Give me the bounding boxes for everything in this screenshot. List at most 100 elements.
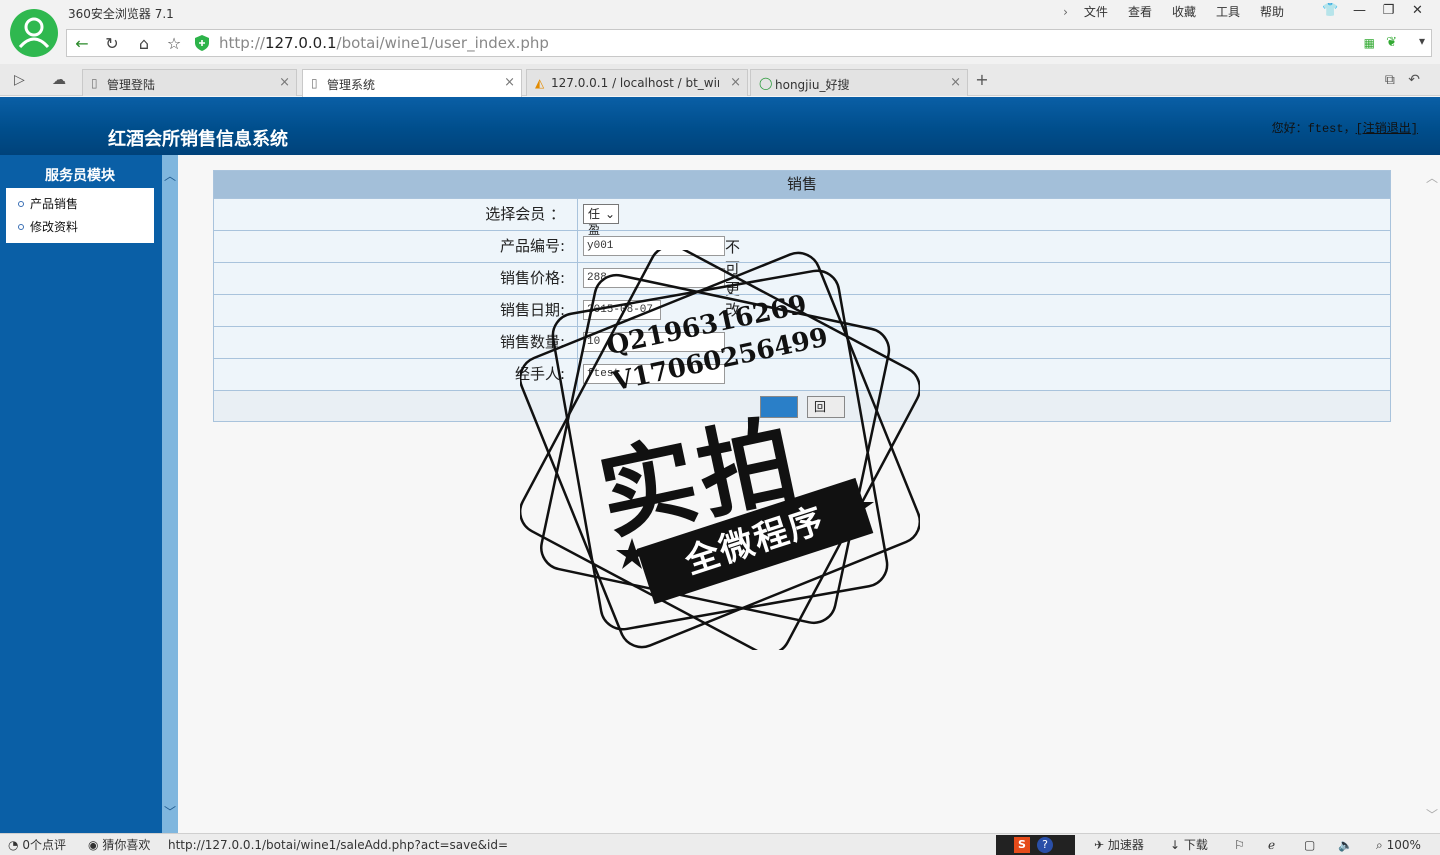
handler-input[interactable]: ftest <box>583 364 725 384</box>
favorite-star-icon[interactable]: ☆ <box>163 33 185 55</box>
zoom-icon: ⌕ <box>1376 838 1383 852</box>
scroll-up-icon[interactable]: ︿ <box>163 169 177 183</box>
menu-favorites[interactable]: 收藏 <box>1162 3 1206 21</box>
form-buttons-row: 回 <box>214 390 1390 421</box>
address-dropdown-icon[interactable]: ▾ <box>1419 34 1425 48</box>
url-prefix: http:// <box>219 34 265 52</box>
content-scroll-up-icon[interactable]: ︿ <box>1426 169 1438 186</box>
menu-view[interactable]: 查看 <box>1118 3 1162 21</box>
tab-phpmyadmin[interactable]: ◭ 127.0.0.1 / localhost / bt_win × <box>526 69 748 96</box>
sidebar-toggle-icon[interactable]: ▷ <box>14 72 25 88</box>
close-tab-icon[interactable]: × <box>730 75 741 90</box>
speaker-icon[interactable]: 🔈 <box>1338 837 1353 853</box>
return-button[interactable]: 回 <box>807 396 845 418</box>
home-icon[interactable]: ⌂ <box>133 33 155 55</box>
submit-button[interactable] <box>760 396 798 418</box>
web-page: 红酒会所销售信息系统 您好：ftest，[注销退出] 服务员模块 产品销售 修改… <box>0 97 1440 833</box>
close-tab-icon[interactable]: × <box>279 75 290 90</box>
price-label: 销售价格: <box>214 263 578 294</box>
greeting-text: 您好：ftest， <box>1271 122 1356 136</box>
form-row-code: 产品编号: y001 不可更改 <box>214 230 1390 319</box>
menu-tools[interactable]: 工具 <box>1206 3 1250 21</box>
maximize-icon[interactable]: ❐ <box>1374 0 1403 22</box>
content-scroll-down-icon[interactable]: ﹀ <box>1426 806 1438 823</box>
form-row-date: 销售日期: 2015-08-07 <box>214 294 1390 326</box>
main-content: ︿ ﹀ 销售 选择会员 ： 任盈盈⌄ 产品编号: y001 不可更改 销售价格: <box>178 155 1440 833</box>
ie-icon[interactable]: ℯ <box>1268 837 1275 853</box>
tab-label: 127.0.0.1 / localhost / bt_win <box>551 76 719 90</box>
zoom-label: 100% <box>1386 838 1421 852</box>
status-bar: ◔ 0个点评 ◉ 猜你喜欢 http://127.0.0.1/botai/win… <box>0 833 1440 855</box>
cloud-icon[interactable]: ☁ <box>52 72 66 88</box>
comments-label: 0个点评 <box>22 838 66 852</box>
browser-titlebar: 360安全浏览器 7.1 › 文件 查看 收藏 工具 帮助 👕 — ❐ ✕ ← … <box>0 0 1440 64</box>
comments-status[interactable]: ◔ 0个点评 <box>8 837 66 853</box>
site-title: 红酒会所销售信息系统 <box>108 129 288 150</box>
flag-icon[interactable]: ⚐ <box>1234 837 1245 853</box>
date-input[interactable]: 2015-08-07 <box>583 300 661 320</box>
tab-login[interactable]: ▯ 管理登陆 × <box>82 69 297 96</box>
bullet-icon <box>18 224 24 230</box>
scroll-down-icon[interactable]: ﹀ <box>163 805 177 819</box>
guess-label: 猜你喜欢 <box>102 838 151 852</box>
tab-label: 管理登陆 <box>107 78 156 92</box>
zoom-control[interactable]: ⌕ 100% <box>1376 837 1421 853</box>
code-label: 产品编号: <box>214 231 578 262</box>
search-engine-icon: ◯ <box>759 76 773 90</box>
chevron-down-icon: ⌄ <box>604 207 616 221</box>
app-title: 360安全浏览器 7.1 <box>68 7 174 21</box>
new-tab-button[interactable]: + <box>972 70 992 92</box>
close-tab-icon[interactable]: × <box>950 75 961 90</box>
tab-admin-system[interactable]: ▯ 管理系统 × <box>302 69 522 97</box>
member-select[interactable]: 任盈盈⌄ <box>583 204 620 253</box>
accelerator-label: 加速器 <box>1107 838 1144 852</box>
window-icon[interactable]: ▢ <box>1304 837 1315 853</box>
code-input[interactable]: y001 <box>583 236 725 256</box>
menu-chevron-icon[interactable]: › <box>1063 3 1074 21</box>
accelerator-button[interactable]: ✈ 加速器 <box>1094 837 1144 853</box>
guess-status[interactable]: ◉ 猜你喜欢 <box>88 837 150 853</box>
page-icon: ▯ <box>91 76 98 90</box>
tab-label: hongjiu_好搜 <box>775 78 850 92</box>
sidebar-panel: 服务员模块 产品销售 修改资料 <box>6 163 154 243</box>
qr-code-icon[interactable]: ▦ <box>1364 36 1375 50</box>
tab-bar: ▷ ☁ ▯ 管理登陆 × ▯ 管理系统 × ◭ 127.0.0.1 / loca… <box>0 64 1440 97</box>
sidebar-scrollbar[interactable]: ︿ ﹀ <box>162 155 178 833</box>
sidebar-item-label: 产品销售 <box>30 197 79 211</box>
sales-form: 销售 选择会员 ： 任盈盈⌄ 产品编号: y001 不可更改 销售价格: 288 <box>213 170 1391 422</box>
sidebar-menu: 产品销售 修改资料 <box>6 189 154 243</box>
tab-restore-icons[interactable]: ⧉ ↶ <box>1385 72 1420 88</box>
logout-link[interactable]: [注销退出] <box>1356 122 1418 136</box>
download-button[interactable]: ↓ 下载 <box>1170 837 1208 853</box>
back-icon[interactable]: ← <box>71 33 93 55</box>
help-icon: ? <box>1037 837 1053 853</box>
sidebar-item-product-sales[interactable]: 产品销售 <box>6 193 154 216</box>
close-window-icon[interactable]: ✕ <box>1403 0 1432 22</box>
minimize-icon[interactable]: — <box>1345 0 1374 22</box>
sidebar-item-edit-profile[interactable]: 修改资料 <box>6 216 154 239</box>
leaf-icon[interactable]: ❦ <box>1386 35 1397 50</box>
sidebar-title: 服务员模块 <box>6 163 154 189</box>
address-input[interactable]: http://127.0.0.1/botai/wine1/user_index.… <box>219 34 549 52</box>
menu-file[interactable]: 文件 <box>1074 3 1118 21</box>
status-link: http://127.0.0.1/botai/wine1/saleAdd.php… <box>168 838 509 852</box>
ime-toolbar[interactable]: S ? <box>996 835 1075 855</box>
form-row-price: 销售价格: 288 <box>214 262 1390 294</box>
tab-haosou[interactable]: ◯ hongjiu_好搜 × <box>750 69 968 96</box>
user-avatar[interactable] <box>10 9 58 57</box>
menu-help[interactable]: 帮助 <box>1250 3 1294 21</box>
refresh-icon[interactable]: ↻ <box>101 33 123 55</box>
price-input[interactable]: 288 <box>583 268 725 288</box>
window-controls: 👕 — ❐ ✕ <box>1316 0 1432 22</box>
download-icon: ↓ <box>1170 838 1181 852</box>
close-tab-icon[interactable]: × <box>504 75 515 90</box>
qty-input[interactable]: 10 <box>583 332 725 352</box>
bullet-icon <box>18 201 24 207</box>
form-row-handler: 经手人: ftest <box>214 358 1390 390</box>
qty-label: 销售数量: <box>214 327 578 358</box>
skin-icon[interactable]: 👕 <box>1316 0 1345 22</box>
form-row-member: 选择会员 ： 任盈盈⌄ <box>214 198 1390 253</box>
user-avatar-icon <box>18 17 50 49</box>
member-label: 选择会员 ： <box>214 199 578 230</box>
form-row-qty: 销售数量: 10 <box>214 326 1390 358</box>
